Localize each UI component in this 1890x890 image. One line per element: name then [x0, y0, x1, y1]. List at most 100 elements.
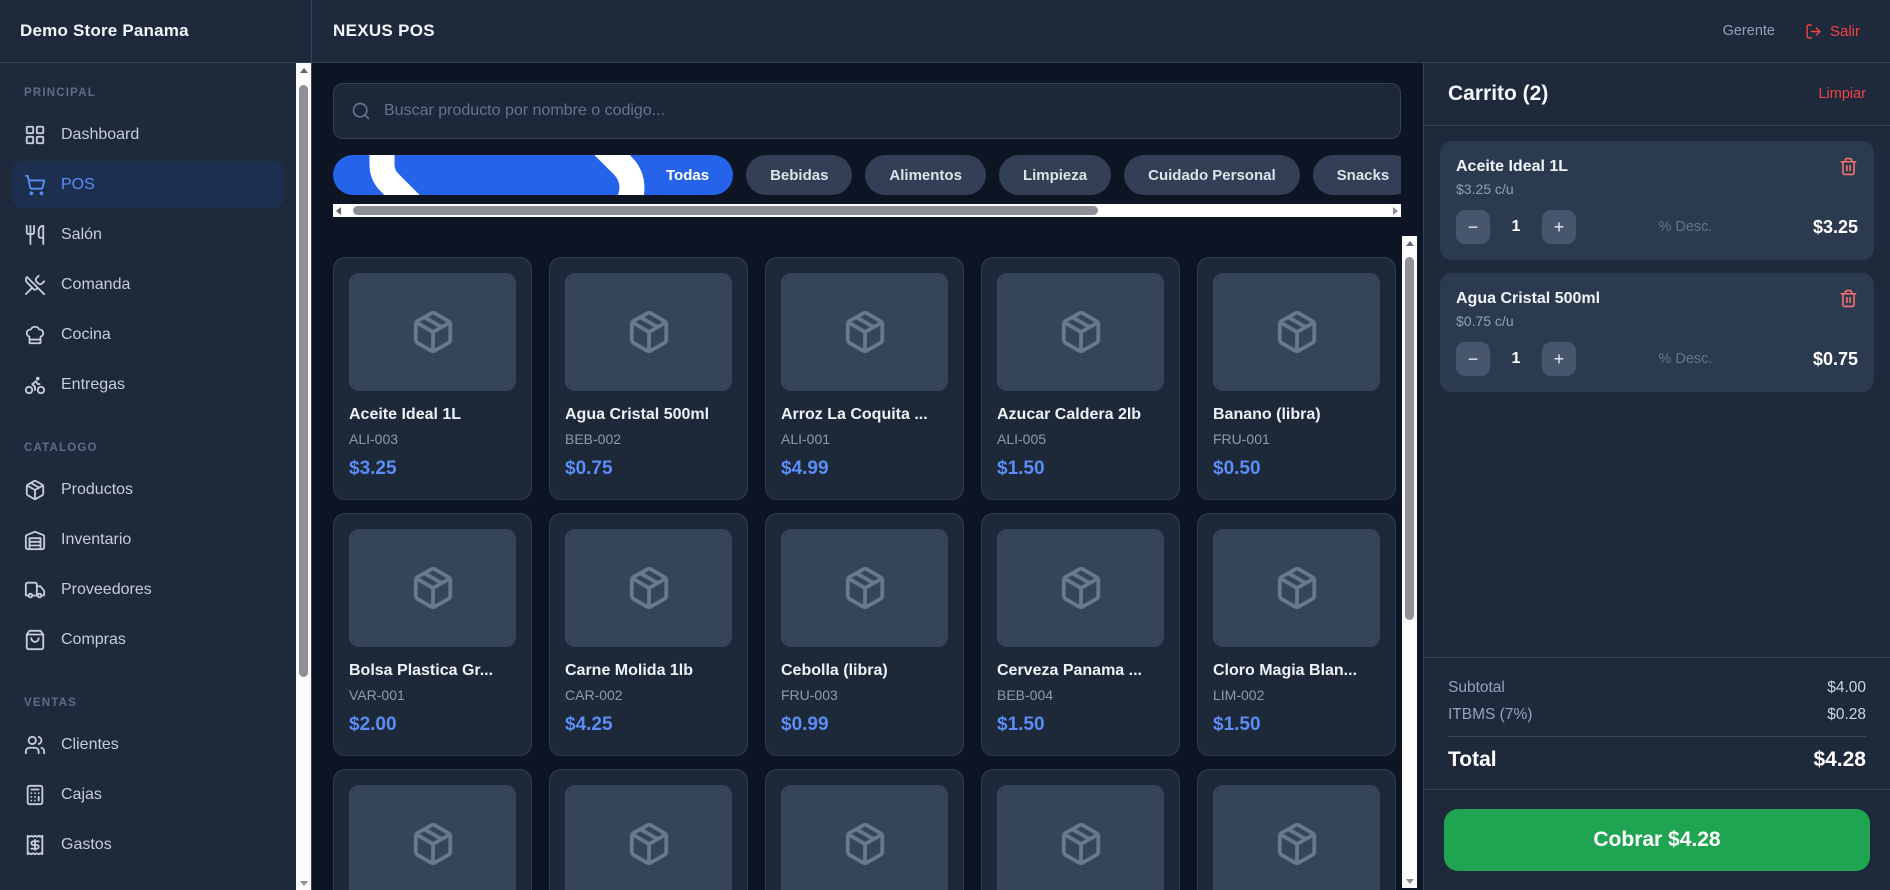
product-card[interactable]: Banano (libra) FRU-001 $0.50 [1197, 257, 1396, 500]
scroll-left-arrow-icon[interactable] [333, 204, 346, 217]
scroll-right-arrow-icon[interactable] [1388, 204, 1401, 217]
category-chip-limpieza[interactable]: Limpieza [999, 155, 1111, 195]
total-row: Total $4.28 [1448, 745, 1866, 775]
clear-cart-button[interactable]: Limpiar [1818, 86, 1866, 102]
product-card[interactable]: Aceite Ideal 1L ALI-003 $3.25 [333, 257, 532, 500]
sidebar-item-compras[interactable]: Compras [12, 616, 284, 663]
sidebar-item-gastos[interactable]: Gastos [12, 821, 284, 868]
category-chip-snacks[interactable]: Snacks [1313, 155, 1401, 195]
sidebar-item-productos[interactable]: Productos [12, 466, 284, 513]
product-name: Azucar Caldera 2lb [997, 405, 1164, 425]
scroll-up-arrow-icon[interactable] [1402, 236, 1417, 251]
logout-button[interactable]: Salir [1805, 23, 1860, 40]
horizontal-scrollbar[interactable] [333, 204, 1401, 217]
cart-item-name: Agua Cristal 500ml [1456, 289, 1600, 309]
sidebar-item-pos[interactable]: POS [12, 161, 284, 208]
product-sku: VAR-001 [349, 686, 516, 704]
sidebar-item-inventario[interactable]: Inventario [12, 516, 284, 563]
chef-hat-icon [24, 324, 46, 346]
sidebar-item-clientes[interactable]: Clientes [12, 721, 284, 768]
sidebar-item-proveedores[interactable]: Proveedores [12, 566, 284, 613]
product-price: $3.25 [349, 457, 516, 481]
checkout-button[interactable]: Cobrar $4.28 [1444, 809, 1870, 871]
category-chip-label: Limpieza [1023, 167, 1087, 184]
grid-scrollbar[interactable] [1402, 236, 1417, 888]
product-name: Carne Molida 1lb [565, 661, 732, 681]
product-card[interactable] [1197, 769, 1396, 890]
product-name: Cebolla (libra) [781, 661, 948, 681]
product-sku: BEB-002 [565, 430, 732, 448]
decrease-qty-button[interactable]: − [1456, 210, 1490, 244]
category-chip-cuidado-personal[interactable]: Cuidado Personal [1124, 155, 1300, 195]
product-card[interactable]: Cloro Magia Blan... LIM-002 $1.50 [1197, 513, 1396, 756]
product-price: $1.50 [1213, 713, 1380, 737]
category-chip-bebidas[interactable]: Bebidas [746, 155, 852, 195]
product-card[interactable]: Cerveza Panama ... BEB-004 $1.50 [981, 513, 1180, 756]
remove-item-button[interactable] [1839, 157, 1858, 176]
package-icon [842, 309, 888, 355]
product-card[interactable]: Bolsa Plastica Gr... VAR-001 $2.00 [333, 513, 532, 756]
tax-label: ITBMS (7%) [1448, 701, 1532, 728]
product-card[interactable]: Agua Cristal 500ml BEB-002 $0.75 [549, 257, 748, 500]
product-name: Bolsa Plastica Gr... [349, 661, 516, 681]
sidebar-item-label: Cajas [61, 786, 102, 804]
product-image-placeholder [565, 529, 732, 647]
sidebar-section-label: CATALOGO [24, 442, 272, 454]
sidebar-item-cajas[interactable]: Cajas [12, 771, 284, 818]
package-icon [842, 565, 888, 611]
product-card[interactable]: Carne Molida 1lb CAR-002 $4.25 [549, 513, 748, 756]
package-icon [410, 821, 456, 867]
grid-scrollbar-thumb[interactable] [1405, 257, 1414, 620]
sidebar-scrollbar[interactable] [296, 63, 311, 890]
product-card[interactable] [981, 769, 1180, 890]
subtotal-value: $4.00 [1827, 674, 1866, 701]
category-chip-alimentos[interactable]: Alimentos [865, 155, 986, 195]
product-price: $0.75 [565, 457, 732, 481]
scroll-down-arrow-icon[interactable] [1402, 873, 1417, 888]
product-image-placeholder [781, 529, 948, 647]
product-image-placeholder [349, 529, 516, 647]
discount-input[interactable] [1658, 351, 1730, 367]
sidebar-item-label: Proveedores [61, 581, 152, 599]
increase-qty-button[interactable]: + [1542, 342, 1576, 376]
topbar-right: Gerente Salir [1723, 23, 1860, 40]
shopping-bag-icon [24, 629, 46, 651]
sidebar-item-comanda[interactable]: Comanda [12, 261, 284, 308]
sidebar-item-entregas[interactable]: Entregas [12, 361, 284, 408]
sidebar-item-label: Inventario [61, 531, 131, 549]
increase-qty-button[interactable]: + [1542, 210, 1576, 244]
product-image-placeholder [781, 273, 948, 391]
product-card[interactable] [765, 769, 964, 890]
sidebar-item-label: Entregas [61, 376, 125, 394]
sidebar-item-salon[interactable]: Salón [12, 211, 284, 258]
search-input[interactable] [384, 102, 1383, 120]
product-card[interactable]: Azucar Caldera 2lb ALI-005 $1.50 [981, 257, 1180, 500]
product-card[interactable] [549, 769, 748, 890]
product-card[interactable]: Cebolla (libra) FRU-003 $0.99 [765, 513, 964, 756]
remove-item-button[interactable] [1839, 289, 1858, 308]
logout-icon [1805, 23, 1822, 40]
discount-input[interactable] [1658, 219, 1730, 235]
receipt-icon [24, 834, 46, 856]
horizontal-scrollbar-thumb[interactable] [353, 206, 1098, 215]
category-chips: Todas Bebidas Alimentos Limpieza Cuidado… [333, 155, 1401, 195]
product-card[interactable]: Arroz La Coquita ... ALI-001 $4.99 [765, 257, 964, 500]
package-icon [410, 565, 456, 611]
package-icon [1058, 821, 1104, 867]
package-icon [410, 309, 456, 355]
scroll-down-arrow-icon[interactable] [296, 875, 311, 890]
sidebar-scrollbar-thumb[interactable] [299, 85, 308, 677]
category-chip-label: Bebidas [770, 167, 828, 184]
decrease-qty-button[interactable]: − [1456, 342, 1490, 376]
sidebar-item-cocina[interactable]: Cocina [12, 311, 284, 358]
total-label: Total [1448, 745, 1497, 775]
product-sku: FRU-003 [781, 686, 948, 704]
package-icon [626, 565, 672, 611]
sidebar-item-dashboard[interactable]: Dashboard [12, 111, 284, 158]
category-chip-todas[interactable]: Todas [333, 155, 733, 195]
scroll-up-arrow-icon[interactable] [296, 63, 311, 78]
cart-item: Aceite Ideal 1L $3.25 c/u − 1 + $3.25 [1440, 141, 1874, 260]
cart-item-unit-price: $0.75 c/u [1456, 312, 1858, 330]
product-card[interactable] [333, 769, 532, 890]
package-icon [842, 821, 888, 867]
